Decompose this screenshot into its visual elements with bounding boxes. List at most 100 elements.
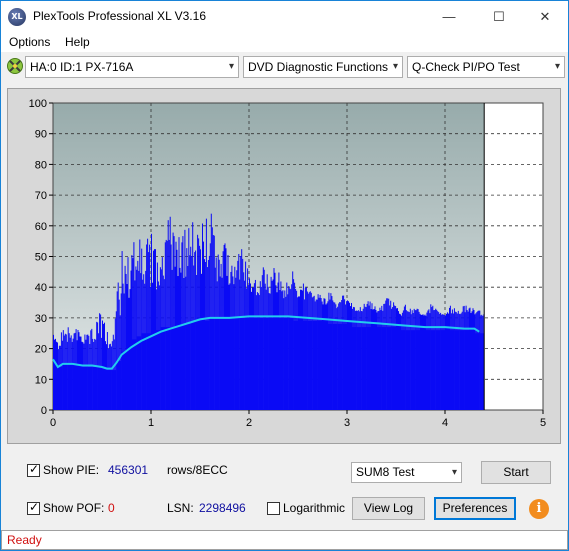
pie-bar [218,259,220,410]
pie-bar [377,311,379,410]
pie-bar [100,314,102,410]
menu-options[interactable]: Options [9,35,50,49]
pie-bar [107,348,109,410]
chevron-down-icon: ▾ [392,61,398,72]
pie-bar [403,306,405,410]
y-tick-label: 20 [35,344,47,356]
menu-bar: Options Help [1,32,568,52]
show-pof-checkbox[interactable]: ✓ [27,500,40,515]
pie-bar [119,315,121,410]
pie-bar [282,290,284,410]
pie-bar [155,249,156,410]
pie-bar [351,302,352,410]
pie-bar [354,310,356,410]
pie-bar [304,287,306,410]
title-bar[interactable]: XL PlexTools Professional XL V3.16 — ☐ ✕ [1,1,568,32]
pie-bar [319,294,321,410]
pie-bar [415,310,417,410]
pie-bar [212,235,214,410]
chevron-down-icon: ▾ [228,61,234,72]
pie-bar [279,290,281,410]
logarithmic-checkbox[interactable] [267,502,280,515]
pie-bar [453,308,455,410]
pie-bar [178,237,180,410]
menu-help[interactable]: Help [65,35,90,49]
pie-bar [161,257,163,410]
pie-bar [190,246,192,410]
pie-bar [374,306,376,410]
test-type-select[interactable]: Q-Check PI/PO Test ▾ [407,56,565,78]
pie-bar [449,307,450,410]
pie-bar [433,310,435,410]
pie-bar [312,296,314,410]
pie-bar [143,274,145,410]
pie-bar [230,271,232,410]
pie-bar [340,302,342,410]
pie-bar [469,307,471,410]
pie-bar [171,269,173,410]
window-title: PlexTools Professional XL V3.16 [33,9,206,23]
view-log-button[interactable]: View Log [352,497,425,520]
pie-bar [414,310,416,410]
pie-bar [322,304,324,410]
pie-bar [106,332,108,410]
pie-bar [57,349,59,410]
pie-bar [262,267,264,410]
pie-bar [77,329,79,410]
pie-bar [203,241,204,410]
pie-bar [481,314,483,410]
start-button[interactable]: Start [481,461,551,484]
pie-bar [240,256,242,410]
pie-bar [255,295,257,410]
disc-drive-icon [7,58,23,74]
pie-bar [306,291,308,410]
y-tick-label: 30 [35,313,47,325]
drive-select[interactable]: HA:0 ID:1 PX-716A ▾ [25,56,239,78]
close-button[interactable]: ✕ [522,1,568,32]
show-pie-checkbox[interactable]: ✓ [27,462,40,477]
pie-bar [430,304,432,410]
pie-bar [349,302,350,410]
pie-bar [454,311,456,410]
pie-bar [344,299,346,410]
pie-bar [165,239,167,410]
control-panel: ✓ Show PIE: 456301 rows/8ECC ✓ Show POF:… [7,451,561,526]
pie-bar [164,242,166,410]
pie-bar [111,341,113,410]
pie-bar [170,244,172,410]
show-pof-label: Show POF: [43,501,105,515]
pie-bar [127,257,129,410]
info-icon[interactable]: i [529,499,549,519]
pie-bar [463,305,465,410]
pie-bar [333,302,335,410]
pie-bar [302,283,304,410]
logarithmic-label: Logarithmic [283,501,346,515]
pie-bar [231,265,233,410]
pie-bar [477,310,479,410]
pie-bar [104,322,105,410]
pie-bar [421,314,423,410]
pie-bar [330,293,332,410]
sum-test-select[interactable]: SUM8 Test ▾ [351,462,462,483]
pie-bar [88,335,90,410]
pie-bar [254,279,256,410]
lsn-value: 2298496 [199,501,246,515]
function-select[interactable]: DVD Diagnostic Functions ▾ [243,56,403,78]
pie-bar [58,345,60,410]
pie-bar [225,248,227,410]
pie-bar [397,308,398,410]
maximize-button[interactable]: ☐ [476,1,522,32]
pie-bar [449,305,451,410]
pie-bar [74,332,76,410]
pie-bar [204,261,206,410]
pie-bar [56,341,57,410]
preferences-button[interactable]: Preferences [434,497,516,520]
pie-bar [366,303,368,410]
pie-bar [363,303,365,410]
pie-bar [176,249,178,410]
pie-bar [252,287,253,410]
pie-bar [324,298,326,410]
pie-bar [434,310,436,410]
pie-bar [423,315,425,410]
minimize-button[interactable]: — [426,1,472,32]
